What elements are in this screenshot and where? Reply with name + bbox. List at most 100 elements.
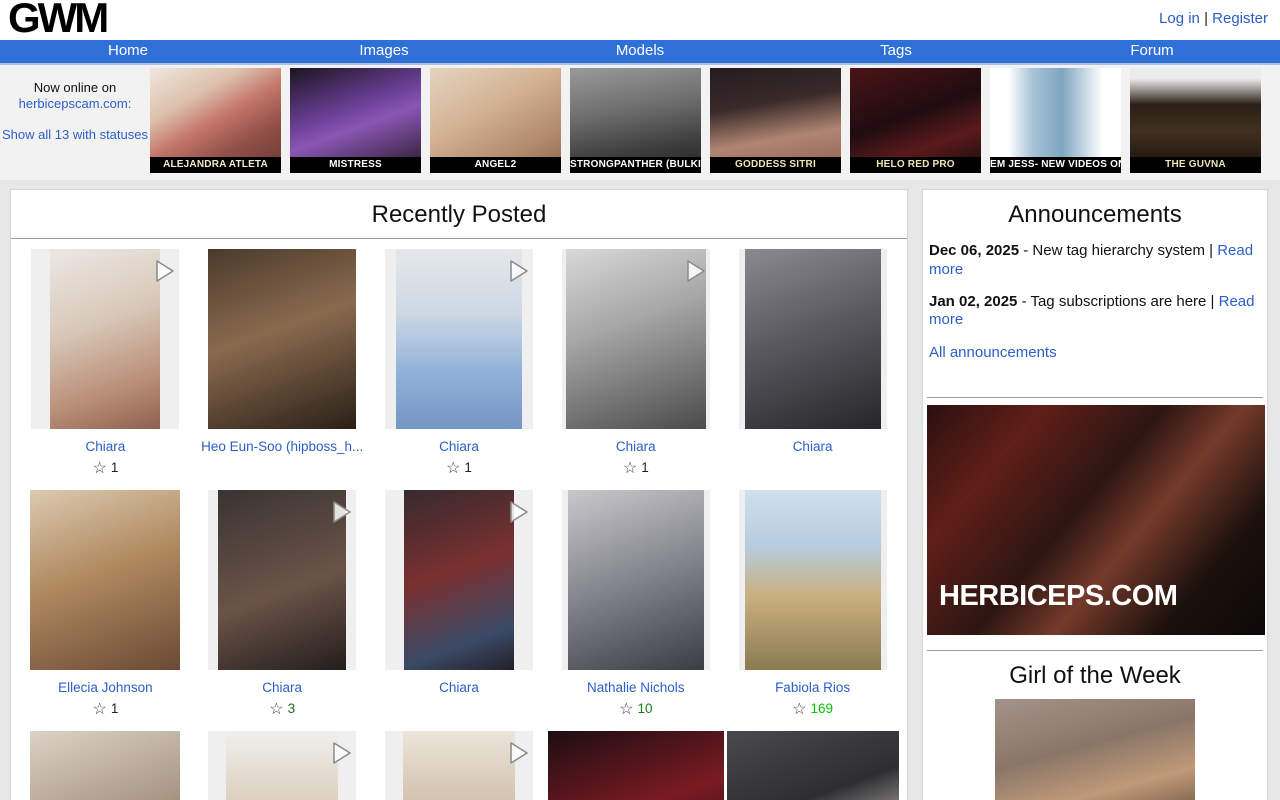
nav-models[interactable]: Models — [512, 40, 768, 63]
star-rating: ☆3 — [194, 699, 371, 719]
show-all-statuses-link[interactable]: Show all 13 with statuses — [2, 127, 148, 142]
post-card: Nathalie Nichols ☆ 10 — [547, 490, 724, 719]
post-photo — [403, 731, 515, 800]
all-announcements-link[interactable]: All announcements — [929, 344, 1057, 361]
post-card: Chiara ☆3 — [194, 490, 371, 719]
play-icon — [506, 739, 530, 767]
online-model-thumb[interactable]: ANGEL2 — [430, 68, 561, 173]
online-model-thumb[interactable]: GODDESS SITRI — [710, 68, 841, 173]
post-card: Chiara — [724, 249, 901, 478]
sidebar: Announcements Dec 06, 2025 - New tag hie… — [922, 189, 1268, 800]
online-model-thumb[interactable]: EM JESS- NEW VIDEOS ON — [990, 68, 1121, 173]
online-model-thumb[interactable]: STRONGPANTHER (BULKIN — [570, 68, 701, 173]
online-model-thumb[interactable]: ALEJANDRA ATLETA — [150, 68, 281, 173]
star-count: 1 — [641, 460, 649, 475]
star-rating: ☆1 — [17, 699, 194, 719]
auth-links: Log in | Register — [1159, 10, 1268, 27]
site-logo[interactable]: GWM — [8, 0, 106, 42]
model-link[interactable]: Heo Eun-Soo (hipboss_h... — [201, 439, 363, 454]
star-icon: ☆ — [92, 460, 106, 477]
model-name-label: ANGEL2 — [430, 157, 561, 173]
online-prefix: Now online on — [0, 80, 150, 96]
post-thumbnail[interactable] — [385, 731, 533, 800]
star-count: 3 — [288, 701, 296, 716]
model-name-label: THE GUVNA — [1130, 157, 1261, 173]
post-thumbnail[interactable] — [208, 490, 356, 670]
star-count: 1 — [111, 701, 119, 716]
model-link[interactable]: Chiara — [439, 680, 479, 695]
post-card: Chiara — [371, 490, 548, 719]
login-link[interactable]: Log in — [1159, 10, 1200, 27]
model-link[interactable]: Chiara — [439, 439, 479, 454]
play-icon — [506, 498, 530, 526]
herbiceps-ad-banner[interactable]: HERBICEPS.COM — [927, 405, 1265, 635]
herbiceps-ad-text: HERBICEPS.COM — [939, 580, 1177, 613]
model-link[interactable]: Ellecia Johnson — [58, 680, 153, 695]
model-link[interactable]: Chiara — [793, 439, 833, 454]
register-link[interactable]: Register — [1212, 10, 1268, 27]
post-photo — [50, 249, 160, 429]
post-thumbnail[interactable] — [562, 490, 710, 670]
post-thumbnail[interactable] — [548, 731, 724, 800]
model-name-label: GODDESS SITRI — [710, 157, 841, 173]
posts-grid: Chiara ☆1 Heo Eun-Soo (hipboss_h... Chia… — [11, 239, 907, 800]
girl-of-week-photo[interactable] — [995, 699, 1195, 800]
model-link[interactable]: Nathalie Nichols — [587, 680, 685, 695]
post-thumbnail[interactable] — [30, 731, 180, 800]
star-icon: ☆ — [619, 701, 633, 718]
announcement-date: Jan 02, 2025 — [929, 293, 1017, 310]
post-card: Chiara ☆1 — [17, 249, 194, 478]
online-model-thumb[interactable]: THE GUVNA — [1130, 68, 1261, 173]
announcement-text: - Tag subscriptions are here | — [1017, 293, 1218, 310]
model-name-label: MISTRESS — [290, 157, 421, 173]
post-photo — [226, 731, 338, 800]
star-count: 10 — [637, 701, 652, 716]
post-card: Heo Eun-Soo (hipboss_h... — [194, 249, 371, 478]
post-thumbnail[interactable] — [562, 249, 710, 429]
recently-posted-panel: Recently Posted Chiara ☆1 Heo Eun-Soo (h… — [10, 189, 908, 800]
online-model-thumb[interactable]: MISTRESS — [290, 68, 421, 173]
post-thumbnail[interactable] — [727, 731, 899, 800]
online-model-thumb[interactable]: HELO RED PRO — [850, 68, 981, 173]
model-name-label: STRONGPANTHER (BULKIN — [570, 157, 701, 173]
post-thumbnail[interactable] — [739, 249, 887, 429]
nav-images[interactable]: Images — [256, 40, 512, 63]
star-rating: ☆ 10 — [547, 699, 724, 719]
post-thumbnail[interactable] — [31, 249, 179, 429]
star-icon: ☆ — [623, 460, 637, 477]
herbicepscam-link[interactable]: herbicepscam.com: — [19, 96, 132, 111]
nav-tags[interactable]: Tags — [768, 40, 1024, 63]
play-icon — [506, 257, 530, 285]
post-photo — [404, 490, 514, 670]
model-link[interactable]: Chiara — [86, 439, 126, 454]
post-thumbnail[interactable] — [208, 731, 356, 800]
model-link[interactable]: Chiara — [616, 439, 656, 454]
play-icon — [329, 739, 353, 767]
model-name-label: EM JESS- NEW VIDEOS ON — [990, 157, 1121, 173]
nav-home[interactable]: Home — [0, 40, 256, 63]
post-thumbnail[interactable] — [739, 490, 887, 670]
model-name-label: HELO RED PRO — [850, 157, 981, 173]
post-card: Fabiola Rios ☆169 — [724, 490, 901, 719]
post-thumbnail[interactable] — [385, 490, 533, 670]
post-thumbnail[interactable] — [30, 490, 180, 670]
divider — [927, 397, 1263, 398]
announcement-item: Dec 06, 2025 - New tag hierarchy system … — [929, 242, 1261, 280]
star-icon: ☆ — [92, 701, 106, 718]
post-photo — [396, 249, 522, 429]
post-card: Chiara ☆ 1 — [547, 249, 724, 478]
nav-forum[interactable]: Forum — [1024, 40, 1280, 63]
online-strip-info: Now online on herbicepscam.com: Show all… — [0, 68, 150, 180]
post-card — [194, 731, 371, 800]
post-thumbnail[interactable] — [208, 249, 356, 429]
announcement-item: Jan 02, 2025 - Tag subscriptions are her… — [929, 293, 1261, 331]
post-thumbnail[interactable] — [385, 249, 533, 429]
model-link[interactable]: Chiara — [262, 680, 302, 695]
post-card: Chiara ☆1 — [371, 249, 548, 478]
model-link[interactable]: Fabiola Rios — [775, 680, 850, 695]
post-card: Ellecia Johnson ☆1 — [17, 490, 194, 719]
main-nav: Home Images Models Tags Forum — [0, 40, 1280, 65]
star-rating: ☆1 — [17, 458, 194, 478]
auth-separator: | — [1204, 10, 1208, 27]
divider — [927, 650, 1263, 651]
